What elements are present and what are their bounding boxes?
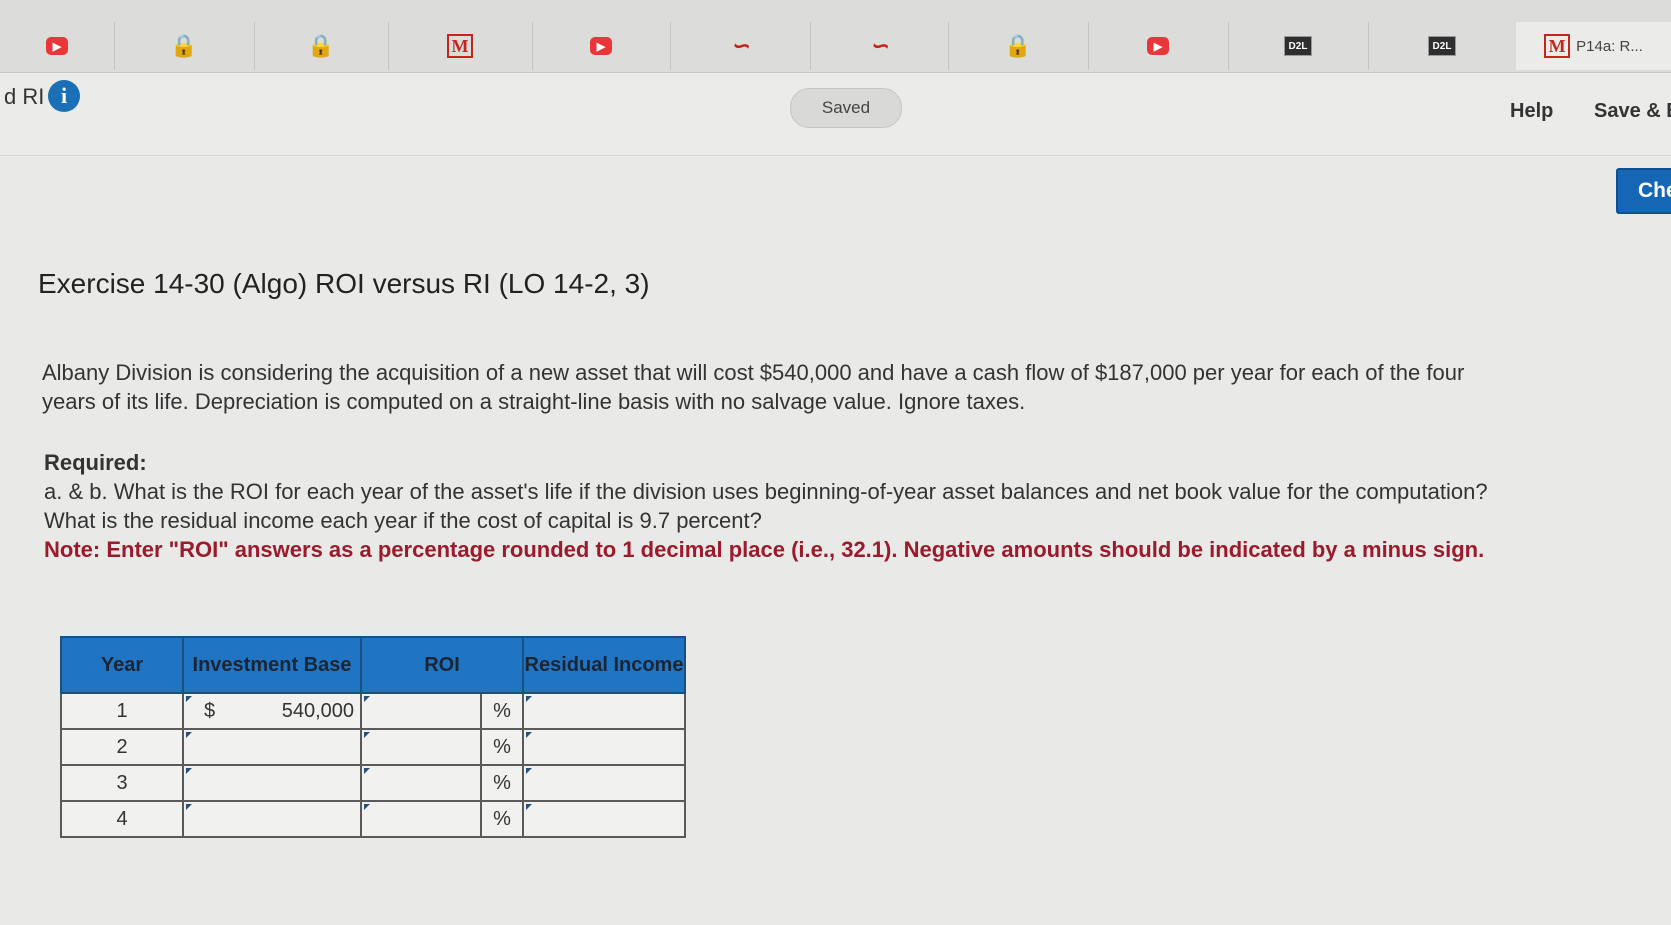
table-row: 1 $ 540,000 % — [60, 692, 686, 730]
s-icon: ∽ — [730, 33, 750, 58]
required-text: a. & b. What is the ROI for each year of… — [44, 479, 1488, 533]
d2l-icon: D2L — [1428, 36, 1456, 56]
browser-tab-2[interactable]: 🔒 — [114, 22, 255, 70]
saved-status-badge: Saved — [790, 88, 902, 128]
required-section: Required: a. & b. What is the ROI for ea… — [44, 448, 1534, 564]
percent-sign: % — [480, 764, 524, 802]
header-residual-income: Residual Income — [522, 636, 686, 694]
browser-tab-3[interactable]: 🔒 — [254, 22, 389, 70]
residual-income-input[interactable] — [522, 692, 686, 730]
red-play-icon: ▶ — [590, 37, 612, 55]
browser-tab-9[interactable]: ▶ — [1088, 22, 1229, 70]
breadcrumb: d RI — [4, 84, 45, 109]
lock-icon: 🔒 — [307, 33, 335, 58]
residual-income-input[interactable] — [522, 764, 686, 802]
percent-sign: % — [480, 728, 524, 766]
s-icon: ∽ — [869, 33, 889, 58]
m-icon: M — [1544, 34, 1571, 58]
currency-symbol: $ — [204, 699, 216, 722]
exercise-title: Exercise 14-30 (Algo) ROI versus RI (LO … — [38, 268, 650, 299]
investment-base-input[interactable] — [182, 728, 362, 766]
year-cell: 2 — [60, 728, 184, 766]
red-play-icon: ▶ — [1147, 37, 1169, 55]
tab-title: P14a: R... — [1576, 37, 1643, 55]
header-roi: ROI — [360, 636, 524, 694]
residual-income-input[interactable] — [522, 728, 686, 766]
year-cell: 4 — [60, 800, 184, 838]
investment-base-input[interactable] — [182, 764, 362, 802]
required-label: Required: — [44, 450, 147, 475]
roi-input[interactable] — [360, 764, 482, 802]
browser-tab-active[interactable]: M P14a: R... — [1516, 22, 1671, 70]
lock-icon: 🔒 — [170, 33, 198, 58]
table-header-row: Year Investment Base ROI Residual Income — [60, 636, 686, 694]
roi-input[interactable] — [360, 692, 482, 730]
m-icon: M — [447, 34, 473, 58]
year-cell: 1 — [60, 692, 184, 730]
browser-tab-strip: ▶ 🔒 🔒 M ▶ ∽ ∽ 🔒 ▶ D2L D2L M P14a: R... — [0, 0, 1671, 73]
table-row: 2 % — [60, 728, 686, 766]
browser-tab-6[interactable]: ∽ — [670, 22, 811, 70]
percent-sign: % — [480, 692, 524, 730]
info-icon[interactable]: i — [48, 80, 80, 112]
year-cell: 3 — [60, 764, 184, 802]
roi-input[interactable] — [360, 800, 482, 838]
investment-base-value: 540,000 — [281, 699, 354, 722]
investment-base-input[interactable] — [182, 800, 362, 838]
d2l-icon: D2L — [1284, 36, 1312, 56]
residual-income-input[interactable] — [522, 800, 686, 838]
roi-input[interactable] — [360, 728, 482, 766]
lock-icon: 🔒 — [1004, 33, 1032, 58]
browser-tab-11[interactable]: D2L — [1368, 22, 1517, 70]
percent-sign: % — [480, 800, 524, 838]
table-row: 4 % — [60, 800, 686, 838]
browser-tab-8[interactable]: 🔒 — [948, 22, 1089, 70]
help-button[interactable]: Help — [1510, 100, 1553, 123]
browser-tab-7[interactable]: ∽ — [810, 22, 949, 70]
save-exit-button[interactable]: Save & E — [1594, 100, 1671, 123]
browser-tab-1[interactable]: ▶ — [0, 22, 115, 70]
browser-tab-4[interactable]: M — [388, 22, 533, 70]
investment-base-cell: $ 540,000 — [182, 692, 362, 730]
table-row: 3 % — [60, 764, 686, 802]
exercise-description: Albany Division is considering the acqui… — [42, 360, 1465, 414]
answer-table: Year Investment Base ROI Residual Income… — [60, 636, 686, 838]
browser-tab-5[interactable]: ▶ — [532, 22, 671, 70]
header-investment-base: Investment Base — [182, 636, 362, 694]
check-my-work-button[interactable]: Che — [1616, 168, 1671, 214]
red-play-icon: ▶ — [46, 37, 68, 55]
note-text: Note: Enter "ROI" answers as a percentag… — [44, 537, 1485, 562]
header-year: Year — [60, 636, 184, 694]
browser-tab-10[interactable]: D2L — [1228, 22, 1369, 70]
